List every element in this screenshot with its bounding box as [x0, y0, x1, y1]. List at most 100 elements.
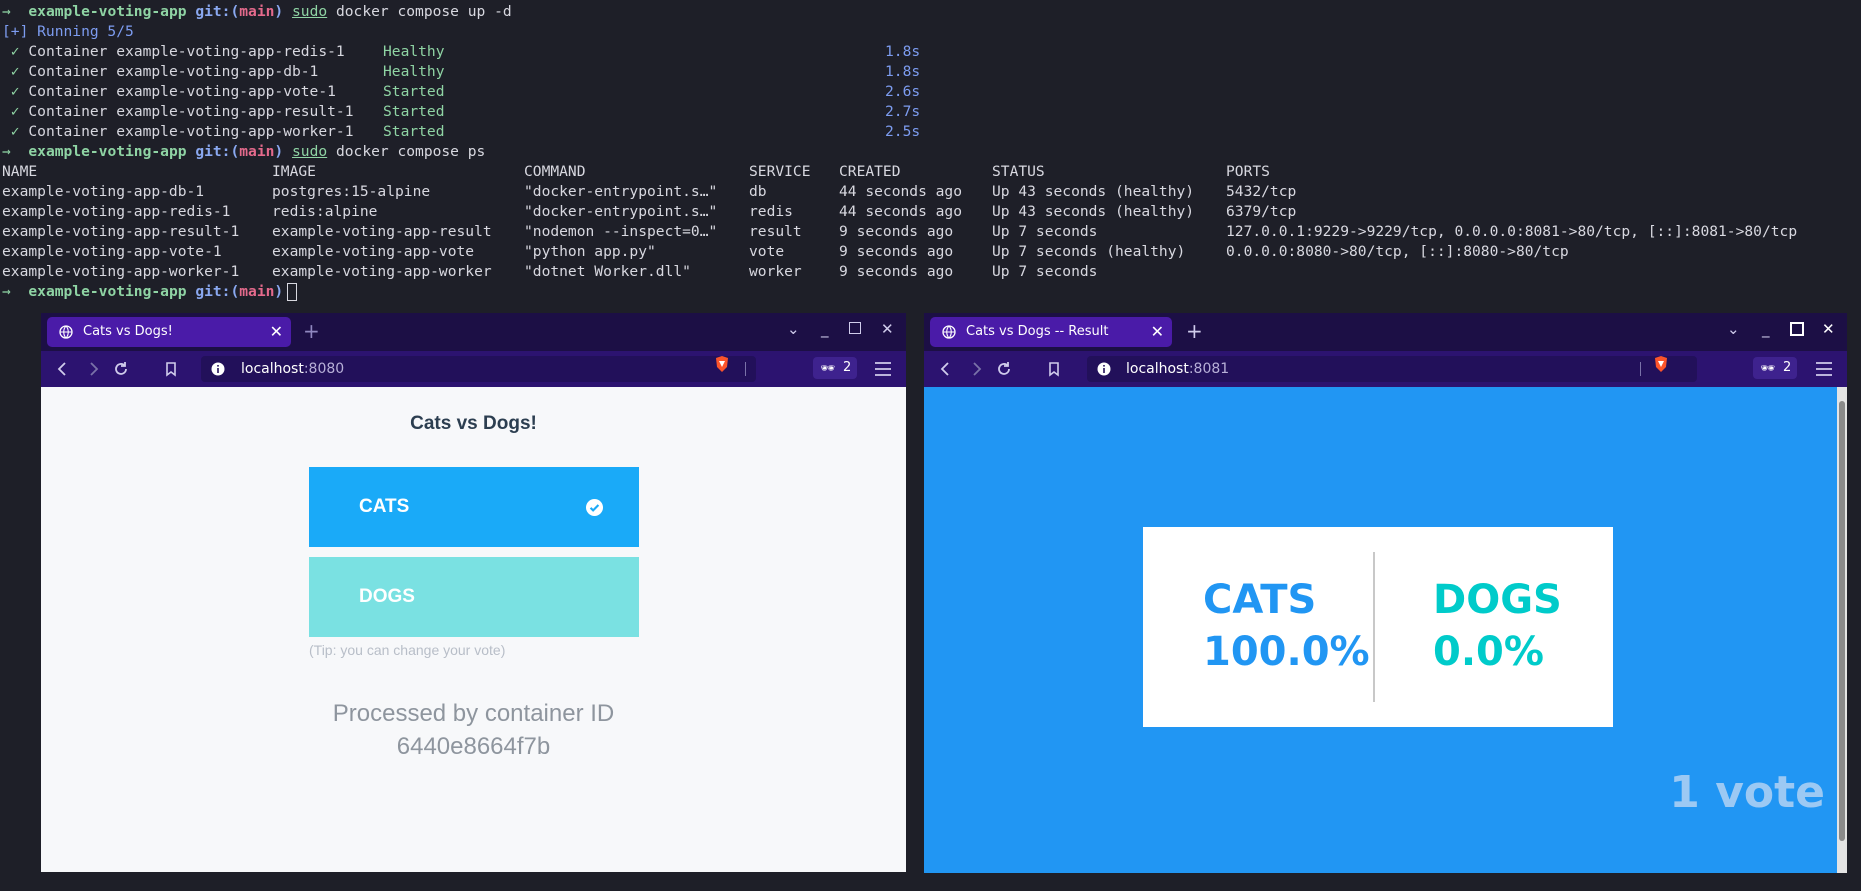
prompt-line: → example-voting-app git:(main) sudo doc… [2, 3, 512, 20]
container-status: Healthy [383, 43, 445, 60]
site-info-icon[interactable] [211, 362, 225, 376]
table-header-cell: NAME [2, 163, 38, 180]
table-cell: "docker-entrypoint.s…" [524, 183, 718, 200]
tab-list-chevron-icon[interactable]: ⌄ [787, 320, 800, 338]
terminal-cursor [287, 283, 298, 301]
back-icon[interactable] [55, 361, 71, 377]
table-cell: 9 seconds ago [839, 263, 954, 280]
terminal-window[interactable]: → example-voting-app git:(main) sudo doc… [0, 0, 1861, 312]
table-header-cell: COMMAND [524, 163, 586, 180]
minimize-button[interactable]: _ [821, 320, 829, 338]
tab-result[interactable]: Cats vs Dogs -- Result ✕ [930, 317, 1172, 347]
table-cell: example-voting-app-worker [272, 263, 492, 280]
vote-page: Cats vs Dogs! CATS DOGS (Tip: you can ch… [41, 387, 906, 872]
navigation-bar: localhost:8081 🕶 2 [924, 351, 1847, 387]
container-status: Started [383, 123, 445, 140]
result-page: CATS 100.0% DOGS 0.0% 1 vote [924, 387, 1847, 873]
leo-extension-button[interactable]: 🕶 2 [813, 357, 857, 379]
tab-vote[interactable]: Cats vs Dogs! ✕ [47, 317, 291, 347]
container-status-line: ✓ Container example-voting-app-worker-1 S… [10, 123, 921, 140]
container-status-line: ✓ Container example-voting-app-db-1 Heal… [10, 63, 921, 80]
running-line: [+] Running 5/5 [2, 23, 134, 40]
scrollbar-thumb[interactable] [1839, 401, 1845, 841]
table-cell: worker [749, 263, 802, 280]
back-icon[interactable] [938, 361, 954, 377]
vote-dogs-button[interactable]: DOGS [309, 557, 639, 637]
check-icon: ✓ [10, 103, 20, 120]
container-status: Started [383, 103, 445, 120]
glasses-icon: 🕶 [820, 361, 836, 375]
table-cell: redis:alpine [272, 203, 378, 220]
container-status-line: ✓ Container example-voting-app-result-1 S… [10, 103, 921, 120]
table-cell: vote [749, 243, 785, 260]
new-tab-button[interactable]: + [1186, 319, 1203, 343]
hamburger-menu-icon[interactable] [875, 362, 891, 376]
prompt-arrow-icon: → [2, 283, 11, 300]
close-window-button[interactable]: ✕ [881, 320, 894, 338]
table-header-cell: SERVICE [749, 163, 811, 180]
table-cell: 127.0.0.1:9229->9229/tcp, 0.0.0.0:8081->… [1226, 223, 1798, 240]
brave-shields-icon[interactable] [1653, 355, 1669, 373]
container-duration: 2.5s [885, 123, 921, 140]
forward-icon[interactable] [85, 361, 101, 377]
prompt-line: → example-voting-app git:(main) sudo doc… [2, 143, 486, 160]
vote-cats-button[interactable]: CATS [309, 467, 639, 547]
scrollbar[interactable] [1837, 387, 1847, 873]
table-cell: 9 seconds ago [839, 243, 954, 260]
cats-percent: 100.0% [1203, 629, 1370, 675]
tip-text: (Tip: you can change your vote) [309, 642, 506, 658]
container-duration: 2.6s [885, 83, 921, 100]
vote-browser-window: Cats vs Dogs! ✕ + ⌄ _ ✕ localhost:8080 🕶… [41, 313, 906, 872]
glasses-icon: 🕶 [1760, 361, 1776, 375]
table-cell: 44 seconds ago [839, 203, 963, 220]
table-cell: example-voting-app-worker-1 [2, 263, 240, 280]
table-header-cell: CREATED [839, 163, 901, 180]
table-cell: postgres:15-alpine [272, 183, 431, 200]
container-status-line: ✓ Container example-voting-app-redis-1 H… [10, 43, 921, 60]
prompt-line[interactable]: → example-voting-app git:(main) [2, 282, 298, 302]
check-icon: ✓ [10, 83, 20, 100]
reload-icon[interactable] [113, 361, 129, 377]
bookmark-icon[interactable] [1046, 361, 1062, 377]
site-info-icon[interactable] [1097, 362, 1111, 376]
table-cell: Up 7 seconds [992, 223, 1098, 240]
table-cell: redis [749, 203, 793, 220]
table-cell: example-voting-app-result-1 [2, 223, 240, 240]
table-cell: db [749, 183, 767, 200]
table-cell: example-voting-app-result [272, 223, 492, 240]
navigation-bar: localhost:8080 🕶 2 [41, 351, 906, 387]
table-header-cell: PORTS [1226, 163, 1270, 180]
table-cell: Up 43 seconds (healthy) [992, 183, 1195, 200]
container-status-line: ✓ Container example-voting-app-vote-1 St… [10, 83, 921, 100]
close-tab-icon[interactable]: ✕ [270, 317, 283, 347]
leo-extension-button[interactable]: 🕶 2 [1753, 357, 1797, 379]
table-cell: Up 43 seconds (healthy) [992, 203, 1195, 220]
table-cell: result [749, 223, 802, 240]
close-tab-icon[interactable]: ✕ [1151, 317, 1164, 347]
hamburger-menu-icon[interactable] [1816, 362, 1832, 376]
container-status: Started [383, 83, 445, 100]
table-cell: "dotnet Worker.dll" [524, 263, 691, 280]
container-duration: 2.7s [885, 103, 921, 120]
address-bar[interactable]: localhost:8081 [1087, 356, 1697, 382]
result-browser-window: Cats vs Dogs -- Result ✕ + ⌄ _ ✕ localho… [924, 313, 1847, 873]
container-status: Healthy [383, 63, 445, 80]
table-cell: 44 seconds ago [839, 183, 963, 200]
new-tab-button[interactable]: + [303, 319, 320, 343]
container-duration: 1.8s [885, 63, 921, 80]
reload-icon[interactable] [996, 361, 1012, 377]
table-cell: Up 7 seconds (healthy) [992, 243, 1186, 260]
table-cell: example-voting-app-redis-1 [2, 203, 231, 220]
globe-icon [59, 325, 73, 339]
brave-shields-icon[interactable] [714, 355, 730, 373]
minimize-button[interactable]: _ [1762, 320, 1770, 338]
address-bar[interactable]: localhost:8080 [201, 356, 756, 382]
bookmark-icon[interactable] [163, 361, 179, 377]
tab-list-chevron-icon[interactable]: ⌄ [1727, 320, 1740, 338]
forward-icon[interactable] [968, 361, 984, 377]
divider [1373, 552, 1375, 702]
maximize-button[interactable] [1790, 322, 1804, 336]
close-window-button[interactable]: ✕ [1822, 320, 1835, 338]
table-cell: example-voting-app-db-1 [2, 183, 205, 200]
maximize-button[interactable] [849, 322, 861, 334]
